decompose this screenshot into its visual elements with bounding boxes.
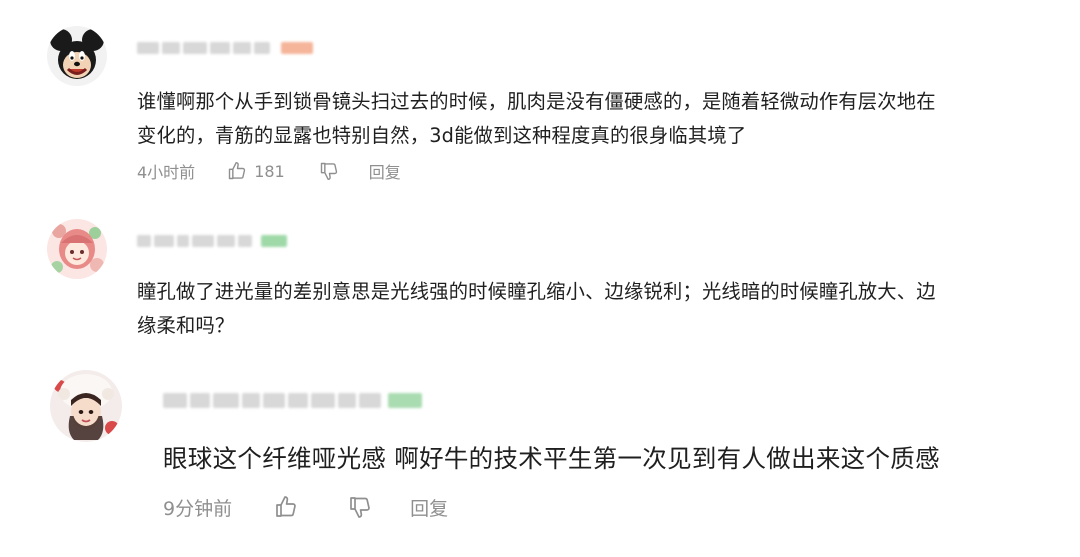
girl-hat-avatar-icon[interactable] (50, 370, 122, 442)
reply-button[interactable]: 回复 (410, 494, 448, 521)
thumbs-down-icon[interactable] (348, 495, 372, 519)
comment-text: 眼球这个纤维哑光感 啊好牛的技术平生第一次见到有人做出来这个质感 (163, 444, 940, 473)
comment-text-line1: 瞳孔做了进光量的差别意思是光线强的时候瞳孔缩小、边缘锐利；光线暗的时候瞳孔放大、… (137, 280, 936, 303)
comment-item-2: 瞳孔做了进光量的差别意思是光线强的时候瞳孔缩小、边缘锐利；光线暗的时候瞳孔放大、… (0, 200, 1080, 360)
thumbs-down-icon[interactable] (319, 161, 339, 181)
username-blurred[interactable] (137, 234, 287, 248)
username-blurred[interactable] (137, 41, 313, 55)
comment-time: 9分钟前 (163, 497, 233, 520)
like-count: 181 (254, 161, 285, 181)
user-badge (261, 235, 287, 247)
user-badge (388, 392, 422, 408)
thumbs-up-icon[interactable] (274, 495, 298, 519)
comment-text-line1: 谁懂啊那个从手到锁骨镜头扫过去的时候，肌肉是没有僵硬感的，是随着轻微动作有层次地… (137, 90, 936, 113)
comment-text-line2: 缘柔和吗？ (137, 314, 235, 337)
username-blurred[interactable] (163, 391, 422, 409)
mickey-mouse-avatar-icon[interactable] (47, 26, 107, 86)
comment-item-3: 眼球这个纤维哑光感 啊好牛的技术平生第一次见到有人做出来这个质感 9分钟前 回复 (0, 360, 1080, 557)
like-button[interactable]: 181 (227, 161, 285, 181)
comment-time: 4小时前 (137, 163, 196, 182)
comment-text-line2: 变化的，青筋的显露也特别自然，3d能做到这种程度真的很身临其境了 (137, 124, 747, 147)
reply-button[interactable]: 回复 (369, 159, 401, 183)
comment-meta: 9分钟前 回复 (163, 493, 448, 521)
comment-item-1: 谁懂啊那个从手到锁骨镜头扫过去的时候，肌肉是没有僵硬感的，是随着轻微动作有层次地… (0, 0, 1080, 200)
comment-meta: 4小时前 181 回复 (137, 159, 401, 183)
thumbs-up-icon (227, 161, 247, 181)
user-badge (281, 42, 313, 54)
anime-girl-avatar-icon[interactable] (47, 219, 107, 279)
